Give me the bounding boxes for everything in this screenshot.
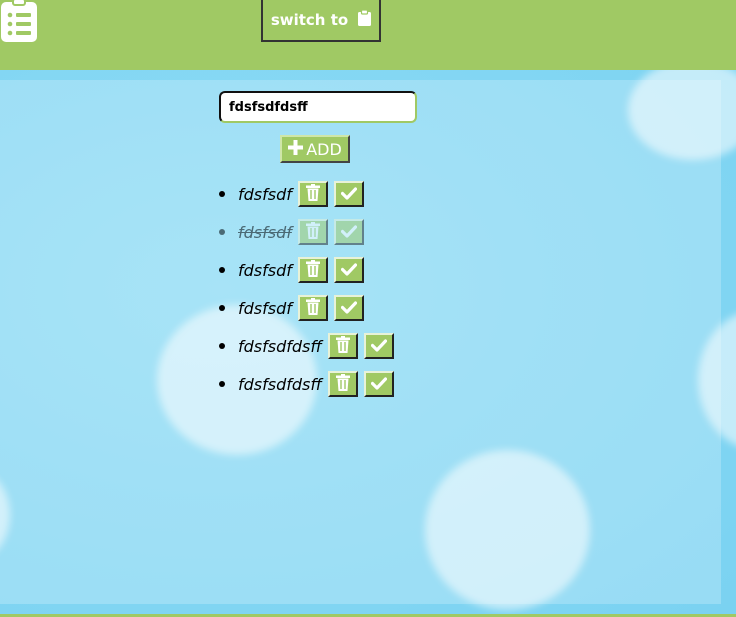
check-icon: [370, 337, 388, 356]
header-bar: switch to: [0, 0, 736, 70]
delete-button[interactable]: [297, 257, 328, 283]
todo-item: fdsfsdf: [219, 289, 397, 327]
trash-icon: [305, 297, 320, 319]
trash-icon: [305, 259, 320, 281]
todo-text: fdsfsdfdsff: [238, 336, 322, 356]
delete-button[interactable]: [297, 295, 328, 321]
complete-button[interactable]: [333, 295, 364, 321]
trash-icon: [335, 373, 350, 395]
delete-button[interactable]: [327, 333, 358, 359]
todo-text: fdsfsdfdsff: [238, 374, 322, 394]
todo-item: fdsfsdf: [219, 175, 397, 213]
todo-item: fdsfsdf: [219, 251, 397, 289]
bullet-point: [219, 381, 225, 387]
todo-input[interactable]: [219, 91, 417, 123]
delete-button[interactable]: [297, 219, 328, 245]
check-icon: [340, 299, 357, 318]
todo-list: fdsfsdf fdsfsdf fdsfsdf fdsfsdf fdsfsdfd…: [219, 175, 397, 403]
check-icon: [370, 375, 388, 394]
trash-icon: [305, 221, 320, 243]
clipboard-icon: [358, 9, 372, 30]
todo-item: fdsfsdfdsff: [219, 365, 397, 403]
complete-button[interactable]: [333, 257, 364, 283]
plus-icon: [288, 139, 304, 159]
add-button[interactable]: ADD: [280, 135, 350, 163]
trash-icon: [335, 335, 350, 357]
delete-button[interactable]: [327, 371, 358, 397]
complete-button[interactable]: [333, 219, 364, 245]
bullet-point: [219, 343, 225, 349]
check-icon: [340, 223, 357, 242]
bullet-point: [219, 305, 225, 311]
todo-item: fdsfsdfdsff: [219, 327, 397, 365]
switch-view-button[interactable]: switch to: [261, 0, 381, 42]
bullet-point: [219, 267, 225, 273]
bullet-point: [219, 229, 225, 235]
add-label: ADD: [306, 139, 342, 159]
todo-item: fdsfsdf: [219, 213, 397, 251]
switch-label: switch to: [270, 11, 349, 29]
bullet-point: [219, 191, 225, 197]
trash-icon: [305, 183, 320, 205]
check-icon: [340, 185, 357, 204]
complete-button[interactable]: [333, 181, 364, 207]
check-icon: [340, 261, 357, 280]
clipboard-list-icon: [0, 0, 40, 44]
todo-text: fdsfsdf: [238, 184, 292, 204]
todo-text: fdsfsdf: [238, 260, 292, 280]
todo-text: fdsfsdf: [238, 222, 292, 242]
complete-button[interactable]: [363, 333, 394, 359]
delete-button[interactable]: [297, 181, 328, 207]
complete-button[interactable]: [363, 371, 394, 397]
todo-text: fdsfsdf: [238, 298, 292, 318]
